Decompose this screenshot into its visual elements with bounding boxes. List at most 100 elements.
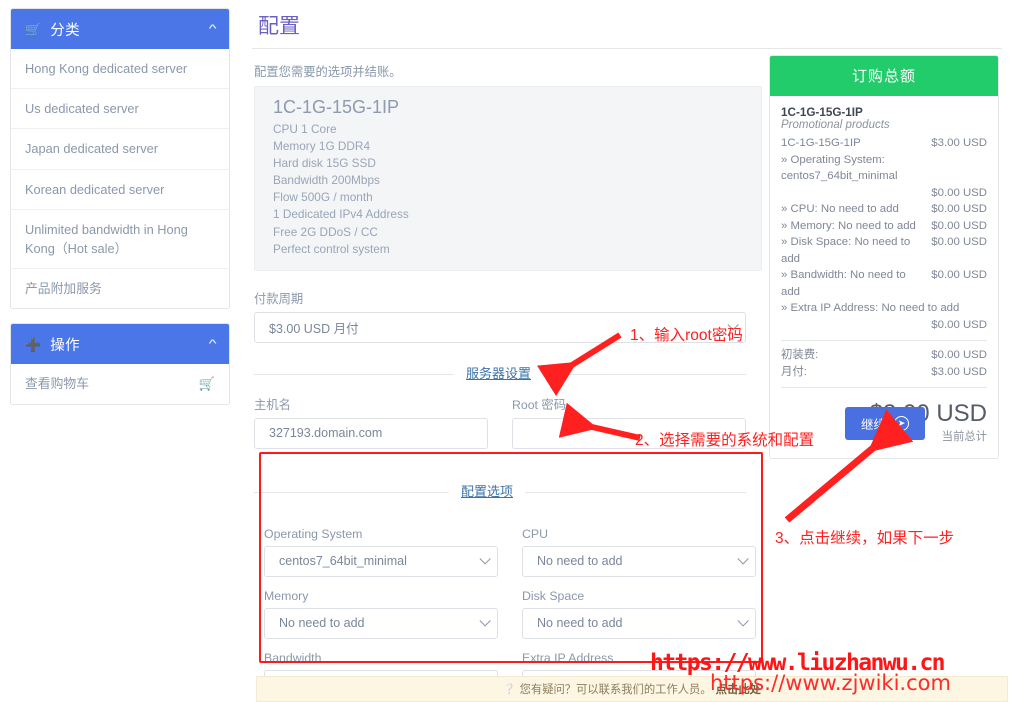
order-summary-panel: 订购总额 1C-1G-15G-1IP Promotional products …: [769, 55, 999, 459]
config-field-label: Bandwidth: [264, 651, 498, 665]
sidebar-categories-header[interactable]: 🛒 分类 ^: [11, 9, 229, 49]
sidebar-item-korean-dedicated-server[interactable]: Korean dedicated server: [11, 170, 229, 210]
config-field-cpu: CPU No need to add: [522, 527, 756, 577]
product-spec: Perfect control system: [273, 241, 761, 258]
sidebar-item-japan-dedicated-server[interactable]: Japan dedicated server: [11, 129, 229, 169]
order-summary-line: » CPU: No need to add $0.00 USD: [781, 201, 987, 218]
order-summary-line-label: 1C-1G-15G-1IP: [781, 135, 931, 152]
disk-space-select[interactable]: No need to add: [522, 608, 756, 639]
annotation-step-2: 2、选择需要的系统和配置: [635, 428, 814, 450]
sidebar-item-label: Hong Kong dedicated server: [25, 59, 187, 78]
order-summary-line: » Bandwidth: No need to add $0.00 USD: [781, 267, 987, 300]
config-field-operating-system: Operating System centos7_64bit_minimal: [264, 527, 498, 577]
sidebar-item-unlimited-bandwidth-hong-kong[interactable]: Unlimited bandwidth in Hong Kong（Hot sal…: [11, 210, 229, 269]
product-spec: Hard disk 15G SSD: [273, 155, 761, 172]
order-summary-line: 1C-1G-15G-1IP $3.00 USD: [781, 135, 987, 152]
order-summary-line: » Memory: No need to add $0.00 USD: [781, 218, 987, 235]
sidebar-item-label: Us dedicated server: [25, 99, 139, 118]
cart-icon: 🛒: [199, 374, 215, 394]
sidebar-item-label: Korean dedicated server: [25, 180, 164, 199]
config-field-value: No need to add: [537, 554, 623, 568]
root-password-label: Root 密码: [512, 395, 746, 413]
page-title: 配置: [252, 0, 1002, 49]
continue-button[interactable]: 继续 ➤: [845, 407, 925, 440]
order-summary-line: » Operating System: centos7_64bit_minima…: [781, 152, 987, 202]
sidebar-categories-list: Hong Kong dedicated server Us dedicated …: [11, 49, 229, 308]
product-spec: Free 2G DDoS / CC: [273, 224, 761, 241]
config-options-row: Memory No need to add Disk Space No need…: [264, 589, 1009, 639]
order-summary-line-amount: $0.00 USD: [781, 185, 987, 202]
sidebar: 🛒 分类 ^ Hong Kong dedicated server Us ded…: [10, 8, 230, 419]
product-spec: Memory 1G DDR4: [273, 138, 761, 155]
sidebar-item-label: Unlimited bandwidth in Hong Kong（Hot sal…: [25, 220, 215, 258]
order-summary-product-name: 1C-1G-15G-1IP: [781, 106, 987, 119]
continue-button-label: 继续: [861, 414, 886, 433]
arrow-right-circle-icon: ➤: [894, 416, 909, 431]
hostname-field-group: 主机名 327193.domain.com: [254, 395, 488, 449]
config-field-value: No need to add: [279, 616, 365, 630]
sidebar-item-label: 产品附加服务: [25, 279, 102, 298]
sidebar-item-label: 查看购物车: [25, 374, 89, 393]
sidebar-panel-categories: 🛒 分类 ^ Hong Kong dedicated server Us ded…: [10, 8, 230, 309]
sidebar-actions-header[interactable]: ➕ 操作 ^: [11, 324, 229, 364]
config-select-wrap: centos7_64bit_minimal: [264, 546, 498, 577]
question-circle-icon: ❔: [503, 684, 515, 695]
config-field-label: Disk Space: [522, 589, 756, 603]
product-summary-box: 1C-1G-15G-1IP CPU 1 Core Memory 1G DDR4 …: [254, 86, 762, 271]
sidebar-item-hong-kong-dedicated-server[interactable]: Hong Kong dedicated server: [11, 49, 229, 89]
sidebar-categories-title: 分类: [50, 19, 210, 40]
operating-system-select[interactable]: centos7_64bit_minimal: [264, 546, 498, 577]
annotation-step-1: 1、输入root密码: [630, 323, 743, 345]
order-summary-line-amount: $0.00 USD: [931, 267, 987, 300]
order-summary-line-label: » Disk Space: No need to add: [781, 234, 931, 267]
order-summary-setup-fee: 初装费: $0.00 USD: [781, 347, 987, 364]
order-summary-body: 1C-1G-15G-1IP Promotional products 1C-1G…: [770, 96, 998, 458]
plus-icon: ➕: [25, 338, 41, 351]
order-summary-divider: [781, 340, 987, 341]
memory-select[interactable]: No need to add: [264, 608, 498, 639]
order-summary-line: » Disk Space: No need to add $0.00 USD: [781, 234, 987, 267]
cart-icon: 🛒: [25, 23, 41, 36]
config-field-label: Operating System: [264, 527, 498, 541]
order-summary-line-amount: $0.00 USD: [931, 201, 987, 218]
server-settings-divider: 服务器设置: [254, 365, 746, 383]
chevron-up-icon[interactable]: ^: [209, 23, 217, 35]
config-options-divider-label: 配置选项: [449, 481, 525, 500]
setup-fee-label: 初装费:: [781, 347, 931, 364]
order-summary-line-amount: $3.00 USD: [931, 135, 987, 152]
order-summary-line: » Extra IP Address: No need to add $0.00…: [781, 300, 987, 333]
server-settings-divider-label: 服务器设置: [454, 363, 543, 382]
config-select-wrap: No need to add: [264, 608, 498, 639]
cpu-select[interactable]: No need to add: [522, 546, 756, 577]
config-field-memory: Memory No need to add: [264, 589, 498, 639]
sidebar-item-view-cart[interactable]: 查看购物车 🛒: [11, 364, 229, 404]
order-summary-header: 订购总额: [770, 56, 998, 96]
order-summary-line-label: » Bandwidth: No need to add: [781, 267, 931, 300]
watermark-secondary: https://www.zjwiki.com: [710, 671, 951, 695]
sidebar-actions-list: 查看购物车 🛒: [11, 364, 229, 404]
annotation-step-3: 3、点击继续，如果下一步: [775, 526, 954, 548]
order-summary-line-label: » CPU: No need to add: [781, 201, 931, 218]
config-select-wrap: No need to add: [522, 546, 756, 577]
config-field-label: CPU: [522, 527, 756, 541]
monthly-amount: $3.00 USD: [931, 364, 987, 381]
sidebar-item-label: Japan dedicated server: [25, 139, 158, 158]
monthly-label: 月付:: [781, 364, 931, 381]
sidebar-actions-title: 操作: [50, 334, 210, 355]
sidebar-item-product-addon-services[interactable]: 产品附加服务: [11, 269, 229, 308]
order-summary-line-amount: $0.00 USD: [931, 218, 987, 235]
hostname-input[interactable]: 327193.domain.com: [254, 418, 488, 449]
chevron-up-icon[interactable]: ^: [209, 338, 217, 350]
hostname-input-wrap: 327193.domain.com: [254, 418, 488, 449]
sidebar-item-us-dedicated-server[interactable]: Us dedicated server: [11, 89, 229, 129]
sidebar-panel-actions: ➕ 操作 ^ 查看购物车 🛒: [10, 323, 230, 405]
config-field-value: No need to add: [537, 616, 623, 630]
product-spec: CPU 1 Core: [273, 121, 761, 138]
order-summary-line-label: » Operating System: centos7_64bit_minima…: [781, 152, 987, 185]
product-spec: 1 Dedicated IPv4 Address: [273, 206, 761, 223]
hostname-label: 主机名: [254, 395, 488, 413]
order-summary-line-amount: $0.00 USD: [781, 317, 987, 334]
order-summary-product-subtitle: Promotional products: [781, 119, 987, 131]
help-strip-text: 您有疑问？可以联系我们的工作人员。: [520, 681, 712, 697]
config-select-wrap: No need to add: [522, 608, 756, 639]
